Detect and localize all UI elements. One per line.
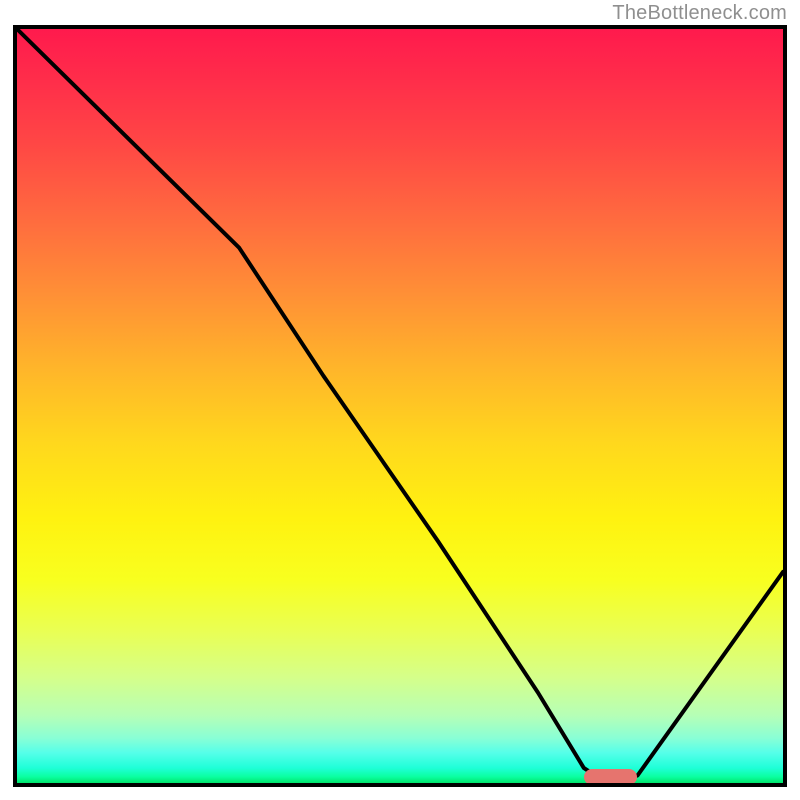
bottleneck-curve [17, 29, 783, 783]
watermark-text: TheBottleneck.com [612, 2, 787, 25]
bottleneck-chart: TheBottleneck.com [0, 0, 800, 800]
plot-area [13, 25, 787, 787]
optimum-marker [584, 769, 638, 785]
